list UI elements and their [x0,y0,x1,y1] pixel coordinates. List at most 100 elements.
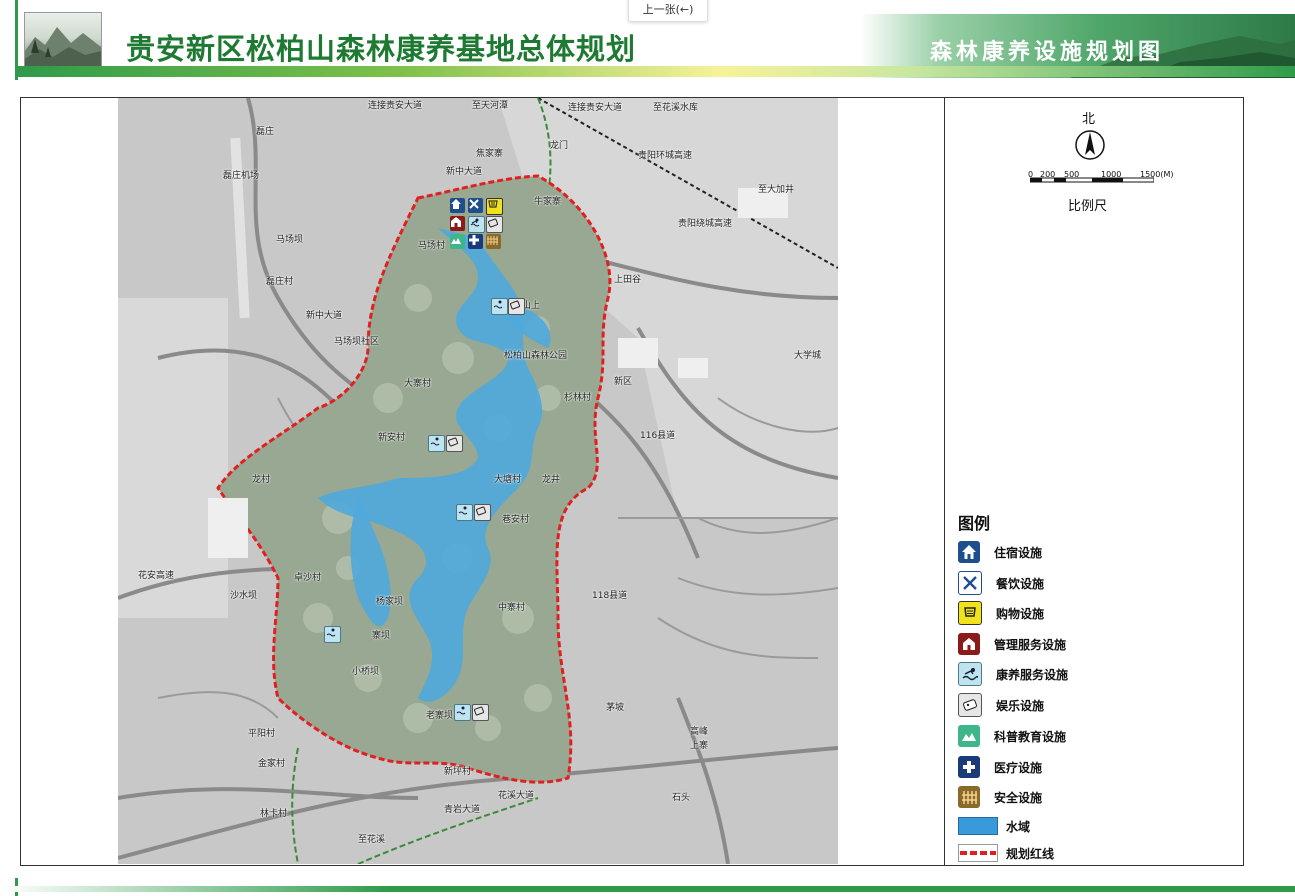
legend-item-redline: 规划红线 [958,842,1054,864]
entertainment-marker[interactable] [474,504,491,521]
place-label: 磊庄村 [266,277,294,287]
scale-tick-label: 500 [1064,170,1080,179]
place-label: 龙村 [252,475,271,485]
legend-label: 安全设施 [994,790,1043,805]
dining-marker[interactable] [468,198,483,213]
previous-slide-button[interactable]: 上一张(←) [628,0,708,22]
place-label: 寨坝 [372,631,391,641]
place-label: 花安高速 [138,571,175,581]
wellness-marker[interactable] [468,216,485,233]
place-label: 牛家寨 [534,197,562,207]
shopping-marker[interactable] [486,198,503,215]
header-landscape-thumbnail [24,12,102,70]
wellness-marker[interactable] [428,435,445,452]
site-map: 连接贵安大道 至天河潭 连接贵安大道 至花溪水库 磊庄 磊庄机场 焦家寨 新中大… [118,98,838,864]
place-label: 花溪大道 [498,791,535,801]
legend-label: 娱乐设施 [996,698,1045,713]
place-label: 新坪村 [444,767,472,777]
place-label: 老寨坝 [426,711,454,721]
place-label: 磊庄 [256,127,275,137]
place-label: 磊庄机场 [223,171,260,181]
place-label: 石头 [672,793,691,803]
medical-cross-icon [958,756,980,778]
place-label: 新区 [614,377,633,387]
fork-knife-icon [958,571,982,595]
legend-item-safety: 安全设施 [958,786,1042,808]
header-gradient-line [18,66,1295,77]
place-label: 新安村 [378,433,406,443]
place-label: 中寨村 [498,603,526,613]
wellness-marker[interactable] [456,504,473,521]
legend-item-entertainment: 娱乐设施 [958,693,1045,717]
place-label: 小桥坝 [352,667,380,677]
place-label: 松柏山森林公园 [504,351,568,361]
legend-title: 图例 [958,514,991,533]
legend-label: 住宿设施 [994,545,1043,560]
page-subtitle: 森林康养设施规划图 [930,40,1165,65]
place-label: 连接贵安大道 [368,101,423,111]
place-label: 平阳村 [248,729,276,739]
place-label: 至大加井 [758,185,795,195]
entertainment-marker[interactable] [486,216,503,233]
place-label: 杉林村 [564,393,592,403]
legend-item-lodging: 住宿设施 [958,541,1042,563]
legend-label: 康养服务设施 [996,667,1069,682]
red-dashed-line [958,844,998,862]
place-label: 至花溪水库 [653,103,699,113]
lodging-marker[interactable] [450,198,465,213]
place-label: 巷安村 [502,515,530,525]
place-label: 茅坡 [606,703,625,713]
legend-item-education: 科普教育设施 [958,725,1066,747]
scale-tick-label: 200 [1040,170,1056,179]
place-label: 新中大道 [446,167,483,177]
legend-item-dining: 餐饮设施 [958,571,1045,595]
place-label: 至天河潭 [472,101,509,111]
education-marker[interactable] [450,234,465,249]
management-house-icon [958,633,980,655]
scale-tick-label: 0 [1028,170,1034,179]
place-label: 林卡村 [260,809,288,819]
safety-marker[interactable] [486,234,501,249]
north-label: 北 [1082,112,1096,127]
fence-icon [958,786,980,808]
place-label: 卓沙村 [294,573,322,583]
management-marker[interactable] [450,216,465,231]
legend-label: 水域 [1006,819,1031,834]
scale-tick-label: 1000 [1101,170,1122,179]
game-icon [958,693,982,717]
shopping-cart-icon [958,601,982,625]
place-label: 上寨 [690,741,709,751]
place-label: 118县道 [592,591,628,601]
place-label: 金家村 [258,759,286,769]
legend-label: 餐饮设施 [996,576,1045,591]
wellness-marker[interactable] [454,704,471,721]
place-label: 焦家寨 [476,149,504,159]
wellness-marker[interactable] [324,626,341,643]
legend-label: 购物设施 [996,606,1045,621]
water-swatch [958,817,998,835]
place-label: 龙井 [542,475,561,485]
place-label: 至花溪 [358,835,386,845]
place-label: 马场坝社区 [334,337,380,347]
legend-label: 规划红线 [1006,846,1055,861]
legend-item-water: 水域 [958,815,1030,837]
medical-marker[interactable] [468,234,483,249]
swimmer-icon [958,662,982,686]
place-label: 大寨村 [404,379,432,389]
entertainment-marker[interactable] [446,435,463,452]
place-label: 连接贵安大道 [568,103,623,113]
place-label: 青岩大道 [444,805,481,815]
legend-item-management: 管理服务设施 [958,633,1066,655]
house-icon [958,541,980,563]
place-label: 杨家坝 [376,597,404,607]
north-arrow-icon [1074,129,1106,165]
place-label: 大学城 [794,351,822,361]
entertainment-marker[interactable] [508,298,525,315]
legend-divider [944,97,945,865]
legend-item-shopping: 购物设施 [958,601,1045,625]
place-label: 马场坝 [276,235,304,245]
entertainment-marker[interactable] [472,704,489,721]
place-label: 新中大道 [306,311,343,321]
place-label: 龙门 [550,141,569,151]
wellness-marker[interactable] [491,298,508,315]
